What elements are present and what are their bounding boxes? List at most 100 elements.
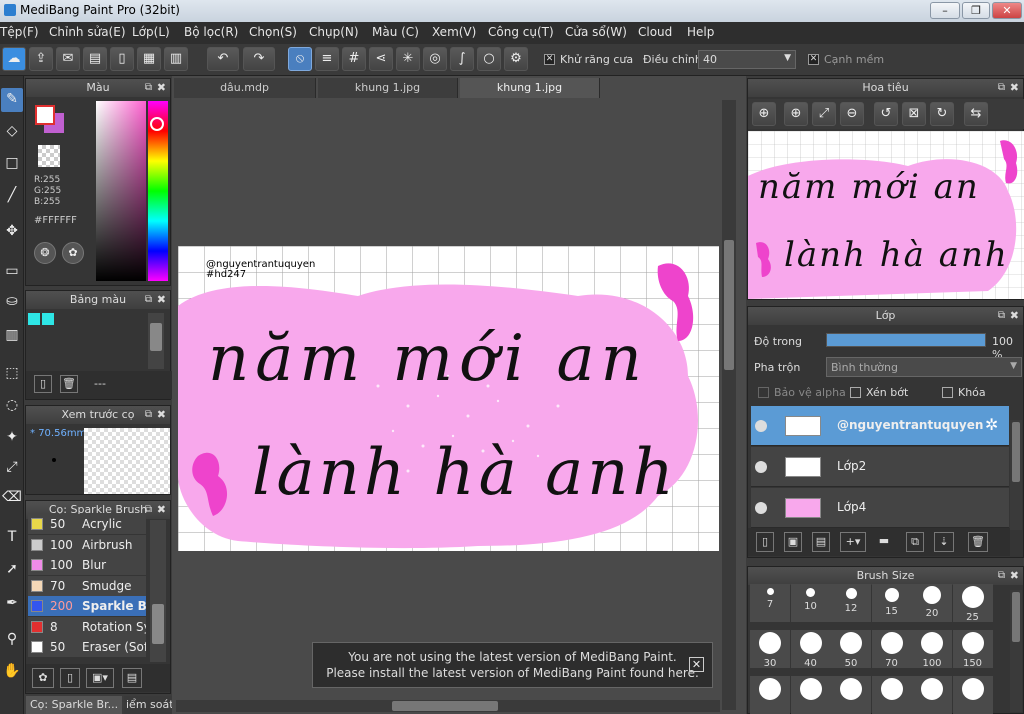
brush-size-cell[interactable]: [952, 676, 993, 714]
brush-size-cell[interactable]: 20: [912, 584, 952, 622]
chat-icon[interactable]: ▤: [83, 47, 107, 71]
brush-size-cell[interactable]: [750, 676, 790, 714]
new-layer-icon[interactable]: ▯: [756, 532, 774, 552]
tab-khung-1-active[interactable]: khung 1.jpg: [460, 78, 600, 98]
brush-size-cell[interactable]: [871, 676, 912, 714]
duplicate-layer-icon[interactable]: ⧉: [906, 532, 924, 552]
popout-icon[interactable]: ⧉: [145, 79, 152, 97]
eye-icon[interactable]: [755, 461, 767, 473]
menu-layer[interactable]: Lớp(L): [132, 25, 170, 39]
brush-size-cell[interactable]: [790, 676, 831, 714]
brush-list-item[interactable]: 70 Smudge: [28, 575, 146, 596]
curve-snap-icon[interactable]: ∫: [450, 47, 474, 71]
brush-list-item[interactable]: 200 Sparkle Br: [28, 596, 146, 616]
text-tool-icon[interactable]: T: [1, 526, 23, 550]
eyedropper-icon[interactable]: ⚲: [1, 628, 23, 652]
rectangle-tool-icon[interactable]: ▭: [1, 260, 23, 284]
tab-dau-mdp[interactable]: dâu.mdp: [174, 78, 316, 98]
saturation-picker[interactable]: [96, 101, 146, 281]
close-icon[interactable]: ✖: [157, 406, 166, 424]
opacity-slider[interactable]: [826, 333, 986, 347]
gradient-tool-icon[interactable]: ▥: [1, 324, 23, 348]
bucket-tool-icon[interactable]: ⛀: [1, 290, 23, 314]
share-icon[interactable]: ⇪: [29, 47, 53, 71]
layer-row[interactable]: @nguyentrantuquyen ✲: [751, 406, 1009, 446]
brush-size-scrollbar[interactable]: [1010, 590, 1022, 712]
ellipse-snap-icon[interactable]: ○: [477, 47, 501, 71]
zoom-in-icon[interactable]: ⊕: [752, 102, 776, 126]
menu-view[interactable]: Xem(V): [432, 25, 476, 39]
close-icon[interactable]: ✖: [157, 291, 166, 309]
new-halftone-layer-icon[interactable]: ▤: [812, 532, 830, 552]
brush-size-cell[interactable]: 30: [750, 630, 790, 669]
lasso-tool-icon[interactable]: ◌: [1, 394, 23, 418]
dot-tool-icon[interactable]: □: [1, 152, 23, 176]
minimize-button[interactable]: –: [930, 2, 960, 19]
flip-icon[interactable]: ⇆: [964, 102, 988, 126]
divide-tool-icon[interactable]: ✒: [1, 592, 23, 616]
menu-tools[interactable]: Công cụ(T): [488, 25, 554, 39]
brush-size-cell[interactable]: 10: [790, 584, 831, 622]
circle-snap-icon[interactable]: ◎: [423, 47, 447, 71]
brush-size-cell[interactable]: 25: [952, 584, 993, 623]
close-icon[interactable]: ✖: [1010, 307, 1019, 325]
menu-cloud[interactable]: Cloud: [638, 25, 672, 39]
navigator-thumbnail[interactable]: năm mới an lành hà anh: [748, 131, 1024, 299]
menu-window[interactable]: Cửa sổ(W): [565, 25, 627, 39]
brush-list-item[interactable]: 100 Blur: [28, 555, 146, 575]
brush-size-cell[interactable]: 100: [912, 630, 952, 669]
radial-snap-icon[interactable]: ✳: [396, 47, 420, 71]
folder-icon[interactable]: ▬: [874, 532, 894, 552]
grid-snap-icon[interactable]: #: [342, 47, 366, 71]
lock-checkbox[interactable]: [942, 387, 953, 398]
color-wheel-icon[interactable]: ✿: [62, 242, 84, 264]
line-tool-icon[interactable]: ╱: [1, 184, 23, 208]
control-bottom-tab[interactable]: iểm soát .: [124, 696, 172, 714]
rotate-right-icon[interactable]: ↻: [930, 102, 954, 126]
eraser-tool-icon[interactable]: ◇: [1, 120, 23, 144]
grid-layout-icon[interactable]: ▥: [164, 47, 188, 71]
vertical-scrollbar[interactable]: [722, 100, 736, 710]
menu-color[interactable]: Màu (C): [372, 25, 419, 39]
close-button[interactable]: ✕: [992, 2, 1022, 19]
select-pen-icon[interactable]: ⤢: [1, 456, 23, 480]
popout-icon[interactable]: ⧉: [145, 291, 152, 309]
cloud-icon[interactable]: ☁: [2, 47, 26, 71]
add-layer-menu-icon[interactable]: +▾: [840, 532, 866, 552]
perspective-snap-icon[interactable]: ⋖: [369, 47, 393, 71]
hue-handle[interactable]: [150, 117, 164, 131]
comment-icon[interactable]: ✉: [56, 47, 80, 71]
foreground-color-swatch[interactable]: [35, 105, 55, 125]
magic-wand-icon[interactable]: ✦: [1, 426, 23, 450]
brush-size-cell[interactable]: 7: [750, 584, 790, 622]
palette-scrollbar[interactable]: [148, 313, 164, 369]
clipping-checkbox[interactable]: [850, 387, 861, 398]
undo-icon[interactable]: ↶: [207, 47, 239, 71]
brush-list-item[interactable]: 8 Rotation Sy: [28, 616, 146, 637]
notice-close-icon[interactable]: ✕: [689, 657, 704, 672]
popout-icon[interactable]: ⧉: [998, 79, 1005, 97]
menu-select[interactable]: Chọn(S): [249, 25, 297, 39]
close-icon[interactable]: ✖: [1010, 79, 1019, 97]
antialias-checkbox[interactable]: ✕: [544, 54, 555, 65]
brush-menu-icon[interactable]: ▣▾: [86, 668, 114, 688]
eye-icon[interactable]: [755, 502, 767, 514]
adjust-select[interactable]: 40 ▼: [698, 50, 796, 69]
new-page-icon[interactable]: ▯: [34, 375, 52, 393]
brush-size-cell[interactable]: [912, 676, 952, 714]
brush-list-item[interactable]: 50 Acrylic: [28, 514, 146, 534]
maximize-button[interactable]: ❐: [962, 2, 990, 19]
merge-layer-icon[interactable]: ⇣: [934, 532, 954, 552]
menu-capture[interactable]: Chụp(N): [309, 25, 359, 39]
palette-swatch[interactable]: [28, 313, 40, 325]
gear-icon[interactable]: ✲: [985, 415, 998, 434]
brush-size-cell[interactable]: 12: [831, 584, 871, 622]
trash-icon[interactable]: 🗑: [968, 532, 988, 552]
brush-size-cell[interactable]: 150: [952, 630, 993, 669]
menu-edit[interactable]: Chỉnh sửa(E): [49, 25, 126, 39]
update-notice[interactable]: You are not using the latest version of …: [312, 642, 713, 688]
brush-size-cell[interactable]: 40: [790, 630, 831, 669]
rotate-left-icon[interactable]: ↺: [874, 102, 898, 126]
brush-settings-icon[interactable]: ▤: [122, 668, 142, 688]
gear-icon[interactable]: ⚙: [504, 47, 528, 71]
